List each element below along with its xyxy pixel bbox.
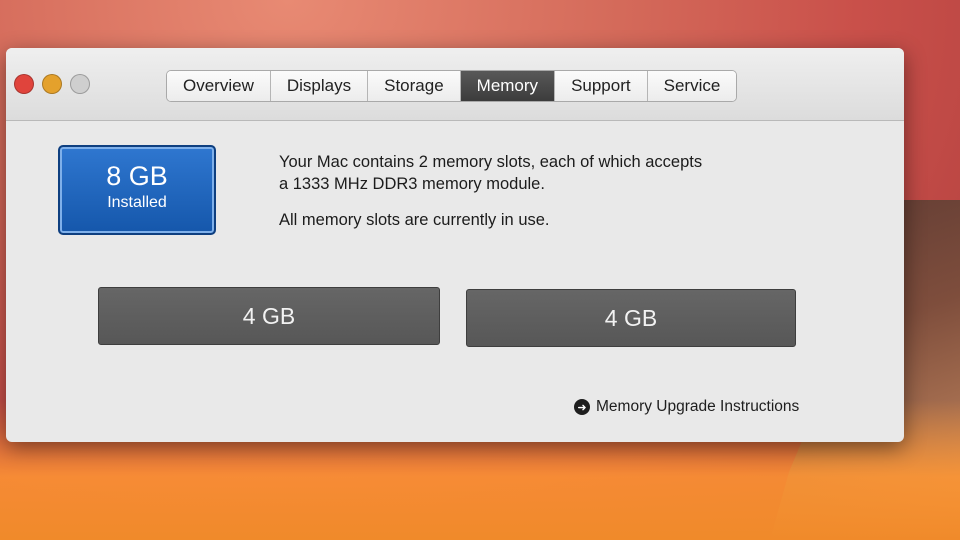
memory-slot-2: 4 GB <box>466 289 796 347</box>
slots-in-use-note: All memory slots are currently in use. <box>279 211 550 229</box>
traffic-lights <box>14 74 90 94</box>
tab-support[interactable]: Support <box>555 71 648 101</box>
description-line-1: Your Mac contains 2 memory slots, each o… <box>279 153 703 171</box>
memory-slot-1: 4 GB <box>98 287 440 345</box>
tab-storage[interactable]: Storage <box>368 71 461 101</box>
about-this-mac-window: Overview Displays Storage Memory Support… <box>6 48 904 442</box>
memory-description: Your Mac contains 2 memory slots, each o… <box>279 151 799 231</box>
installed-amount: 8 GB <box>106 161 168 191</box>
memory-upgrade-link[interactable]: ➜ Memory Upgrade Instructions <box>574 398 799 416</box>
tab-overview[interactable]: Overview <box>167 71 271 101</box>
tab-service[interactable]: Service <box>647 71 737 101</box>
description-line-2: a 1333 MHz DDR3 memory module. <box>279 175 545 193</box>
window-toolbar: Overview Displays Storage Memory Support… <box>6 48 904 121</box>
arrow-circle-right-icon: ➜ <box>574 399 590 415</box>
tab-memory[interactable]: Memory <box>460 71 556 101</box>
installed-label: Installed <box>107 194 167 211</box>
minimize-button[interactable] <box>42 74 62 94</box>
memory-panel: 8 GB Installed Your Mac contains 2 memor… <box>6 121 904 442</box>
installed-memory-badge: 8 GB Installed <box>58 145 216 235</box>
close-button[interactable] <box>14 74 34 94</box>
zoom-button[interactable] <box>70 74 90 94</box>
tab-displays[interactable]: Displays <box>270 71 369 101</box>
upgrade-link-label: Memory Upgrade Instructions <box>596 398 800 415</box>
tab-bar: Overview Displays Storage Memory Support… <box>166 70 738 102</box>
